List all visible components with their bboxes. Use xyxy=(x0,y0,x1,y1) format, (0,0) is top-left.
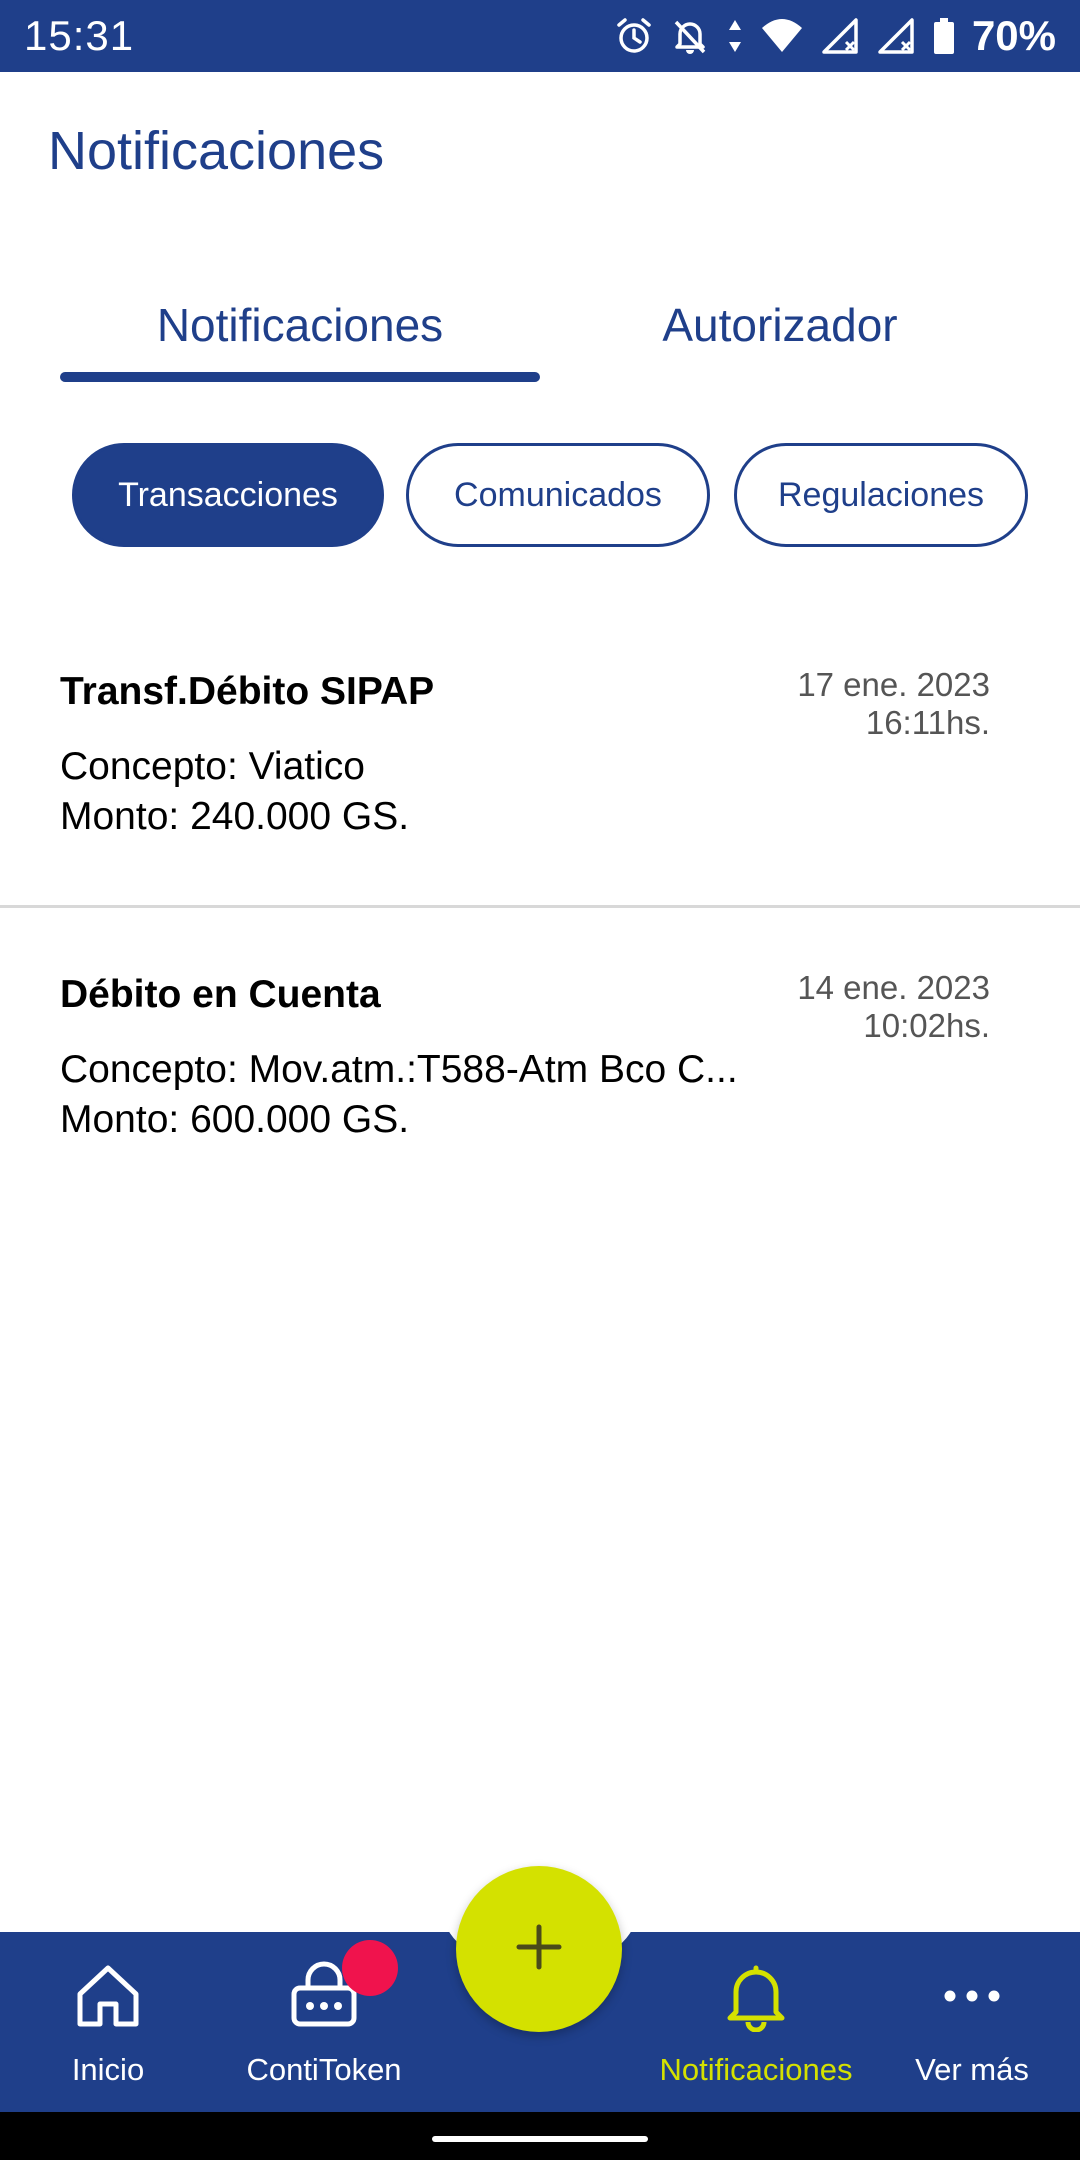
plus-icon xyxy=(513,1921,565,1978)
notification-date: 17 ene. 2023 16:11hs. xyxy=(797,666,990,742)
filter-chips: Transacciones Comunicados Regulaciones xyxy=(0,443,1080,547)
signal-icon xyxy=(820,16,860,56)
notification-date: 14 ene. 2023 10:02hs. xyxy=(797,969,990,1045)
tab-notificaciones[interactable]: Notificaciones xyxy=(60,280,540,370)
add-button[interactable] xyxy=(456,1866,622,2032)
battery-icon xyxy=(932,16,956,56)
notification-date-time: 16:11hs. xyxy=(865,704,990,741)
alarm-icon xyxy=(614,16,654,56)
more-icon xyxy=(936,1950,1008,2042)
signal-icon xyxy=(876,16,916,56)
notification-title: Débito en Cuenta xyxy=(60,973,381,1016)
tab-bar: Notificaciones Autorizador xyxy=(0,270,1080,390)
filter-chip-regulaciones[interactable]: Regulaciones xyxy=(734,443,1028,547)
nav-label: Notificaciones xyxy=(659,2052,853,2087)
nav-label: ContiToken xyxy=(246,2052,402,2087)
notification-date-day: 14 ene. 2023 xyxy=(797,969,990,1006)
nav-item-notificaciones[interactable]: Notificaciones xyxy=(648,1950,864,2100)
bell-icon xyxy=(720,1950,792,2042)
filter-chip-transacciones[interactable]: Transacciones xyxy=(72,443,384,547)
battery-percent: 70% xyxy=(971,12,1056,59)
tab-autorizador[interactable]: Autorizador xyxy=(540,280,1020,370)
home-icon xyxy=(72,1950,144,2042)
filter-chip-comunicados[interactable]: Comunicados xyxy=(406,443,710,547)
notification-date-day: 17 ene. 2023 xyxy=(797,666,990,703)
notification-date-time: 10:02hs. xyxy=(863,1007,990,1044)
notification-title: Transf.Débito SIPAP xyxy=(60,670,435,713)
notifications-off-icon xyxy=(670,16,710,56)
notification-badge xyxy=(342,1940,398,1996)
wifi-icon xyxy=(760,16,804,56)
list-item[interactable]: Transf.Débito SIPAP 17 ene. 2023 16:11hs… xyxy=(0,640,1080,908)
notification-amount: Monto: 600.000 GS. xyxy=(60,1098,410,1141)
home-indicator[interactable] xyxy=(432,2136,648,2142)
notification-concept: Concepto: Viatico xyxy=(60,745,365,788)
nav-item-contitoken[interactable]: ContiToken xyxy=(216,1940,432,2100)
nav-label: Ver más xyxy=(915,2052,1029,2087)
notification-amount: Monto: 240.000 GS. xyxy=(60,795,410,838)
list-item[interactable]: Débito en Cuenta 14 ene. 2023 10:02hs. C… xyxy=(0,943,1080,1203)
notification-concept: Concepto: Mov.atm.:T588-Atm Bco C... xyxy=(60,1048,738,1091)
nav-label: Inicio xyxy=(71,2052,145,2087)
token-icon xyxy=(288,1940,398,2042)
status-time: 15:31 xyxy=(24,12,135,59)
page-title: Notificaciones xyxy=(48,121,385,181)
status-icons: 70% xyxy=(614,12,1056,60)
status-bar: 15:31 70% xyxy=(0,0,1080,72)
tab-active-indicator xyxy=(60,372,540,382)
data-arrows-icon xyxy=(726,16,744,56)
nav-item-inicio[interactable]: Inicio xyxy=(0,1950,216,2100)
nav-item-ver-mas[interactable]: Ver más xyxy=(864,1950,1080,2100)
